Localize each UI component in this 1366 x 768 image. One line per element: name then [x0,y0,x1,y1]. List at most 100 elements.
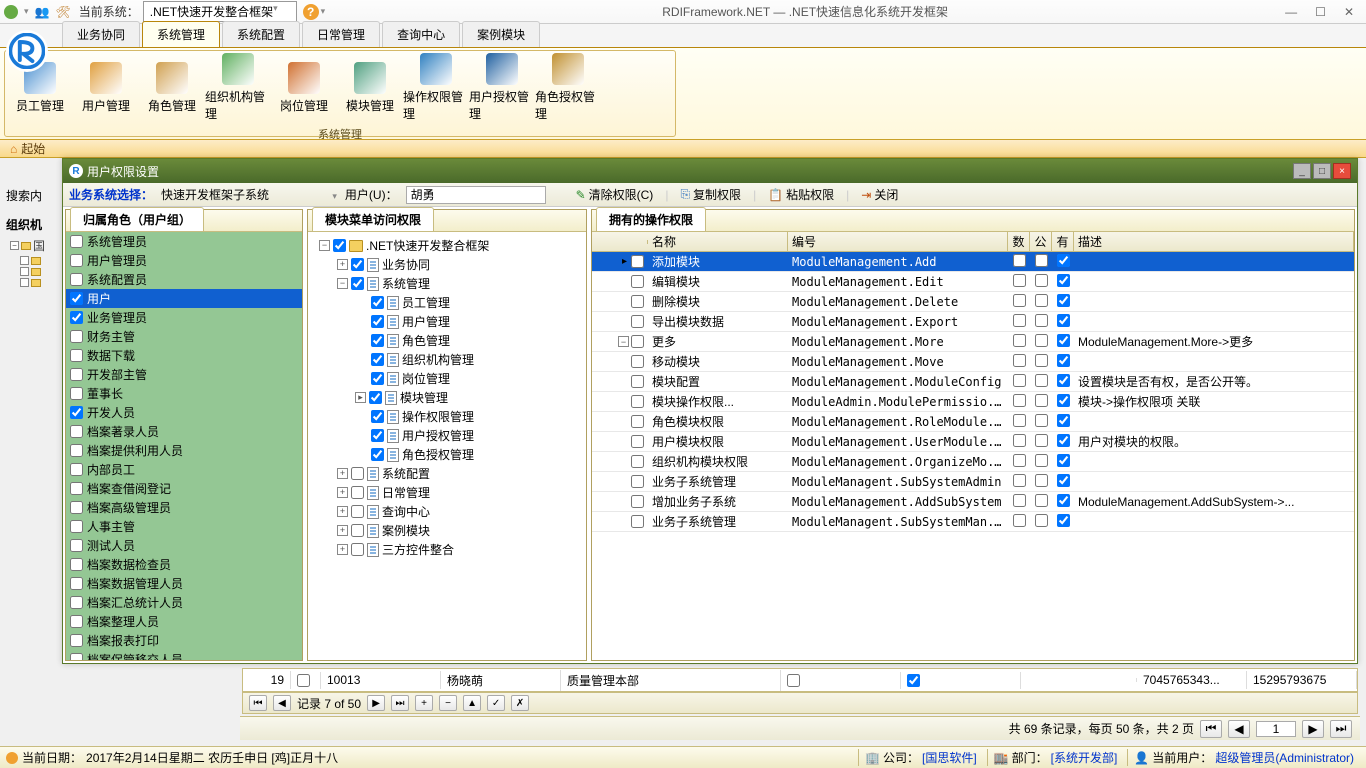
page-input[interactable] [1256,721,1296,737]
col-name[interactable]: 名称 [648,232,788,252]
perm-node-checkbox[interactable] [631,515,644,528]
system-select[interactable]: .NET快速开发整合框架 ▾ [143,1,297,22]
tree-toggle[interactable]: + [337,468,348,479]
perm-c1[interactable] [1013,494,1026,507]
inner-minimize-button[interactable]: _ [1293,163,1311,179]
perm-node-checkbox[interactable] [631,475,644,488]
role-checkbox[interactable] [70,368,83,381]
users-icon[interactable]: 👥 [35,5,50,19]
module-tree-node[interactable]: +三方控件整合 [312,540,582,559]
perm-c3[interactable] [1057,474,1070,487]
perm-c1[interactable] [1013,514,1026,527]
org-tree-node[interactable] [8,277,58,288]
role-item[interactable]: 开发部主管 [66,365,302,384]
main-tab[interactable]: 日常管理 [302,21,380,47]
module-tree-node[interactable]: ▸模块管理 [312,388,582,407]
inner-maximize-button[interactable]: □ [1313,163,1331,179]
tree-toggle[interactable]: + [337,487,348,498]
role-item[interactable]: 用户管理员 [66,251,302,270]
minimize-button[interactable]: — [1285,5,1297,19]
perm-c2[interactable] [1035,334,1048,347]
perm-c3[interactable] [1057,354,1070,367]
role-checkbox[interactable] [70,254,83,267]
tree-toggle[interactable]: + [337,544,348,555]
perm-c1[interactable] [1013,314,1026,327]
ribbon-item[interactable]: 模块管理 [337,53,403,122]
perm-c3[interactable] [1057,314,1070,327]
nav-cancel-button[interactable]: ✗ [511,695,529,711]
col-c3[interactable]: 有 [1052,232,1074,252]
main-tab[interactable]: 系统管理 [142,21,220,47]
role-checkbox[interactable] [70,425,83,438]
org-tree-node[interactable] [8,266,58,277]
main-tab[interactable]: 业务协同 [62,21,140,47]
role-checkbox[interactable] [70,653,83,660]
module-tree-node[interactable]: 用户管理 [312,312,582,331]
role-item[interactable]: 档案查借阅登记 [66,479,302,498]
nav-last-button[interactable]: ⏭ [391,695,409,711]
perm-c2[interactable] [1035,434,1048,447]
module-tree-node[interactable]: +业务协同 [312,255,582,274]
permission-row[interactable]: 组织机构模块权限ModuleManagement.OrganizeMo... [592,452,1354,472]
module-checkbox[interactable] [369,391,382,404]
perm-c3[interactable] [1057,434,1070,447]
module-tree-node[interactable]: +案例模块 [312,521,582,540]
role-checkbox[interactable] [70,330,83,343]
role-item[interactable]: 开发人员 [66,403,302,422]
permission-row[interactable]: 角色模块权限ModuleManagement.RoleModule... [592,412,1354,432]
tree-toggle[interactable]: + [337,259,348,270]
perm-node-checkbox[interactable] [631,315,644,328]
perm-c2[interactable] [1035,494,1048,507]
role-item[interactable]: 档案数据检查员 [66,555,302,574]
perm-c1[interactable] [1013,434,1026,447]
module-tree-node[interactable]: 组织机构管理 [312,350,582,369]
perm-c2[interactable] [1035,254,1048,267]
perm-c2[interactable] [1035,314,1048,327]
role-checkbox[interactable] [70,292,83,305]
col-desc[interactable]: 描述 [1074,232,1354,252]
perm-node-checkbox[interactable] [631,395,644,408]
perm-c3[interactable] [1057,374,1070,387]
module-tree-node[interactable]: 岗位管理 [312,369,582,388]
role-checkbox[interactable] [70,235,83,248]
role-checkbox[interactable] [70,482,83,495]
permission-row[interactable]: 移动模块ModuleManagement.Move [592,352,1354,372]
tools-icon[interactable]: 🛠 [55,5,70,19]
permission-row[interactable]: −更多ModuleManagement.MoreModuleManagement… [592,332,1354,352]
tree-toggle[interactable]: − [337,278,348,289]
module-checkbox[interactable] [351,505,364,518]
role-checkbox[interactable] [70,577,83,590]
close-button[interactable]: ⇥关闭 [857,184,902,205]
role-item[interactable]: 内部员工 [66,460,302,479]
role-item[interactable]: 档案提供利用人员 [66,441,302,460]
perm-c1[interactable] [1013,454,1026,467]
module-checkbox[interactable] [351,277,364,290]
perm-c1[interactable] [1013,394,1026,407]
biz-system-select[interactable]: 快速开发框架子系统 ▾ [161,186,337,203]
module-checkbox[interactable] [351,486,364,499]
permission-row[interactable]: 模块配置ModuleManagement.ModuleConfig设置模块是否有… [592,372,1354,392]
perm-c3[interactable] [1057,334,1070,347]
role-checkbox[interactable] [70,501,83,514]
module-tree-node[interactable]: 角色管理 [312,331,582,350]
page-next-button[interactable]: ▶ [1302,720,1324,738]
col-c2[interactable]: 公 [1030,232,1052,252]
perm-c3[interactable] [1057,294,1070,307]
nav-first-button[interactable]: ⏮ [249,695,267,711]
ribbon-item[interactable]: 角色管理 [139,53,205,122]
role-checkbox[interactable] [70,311,83,324]
ribbon-item[interactable]: 角色授权管理 [535,53,601,122]
role-checkbox[interactable] [70,444,83,457]
ribbon-item[interactable]: 操作权限管理 [403,53,469,122]
close-button[interactable]: ✕ [1344,5,1354,19]
module-checkbox[interactable] [371,448,384,461]
module-checkbox[interactable] [351,543,364,556]
ribbon-item[interactable]: 用户管理 [73,53,139,122]
perm-node-checkbox[interactable] [631,435,644,448]
user-input[interactable] [406,186,546,204]
role-item[interactable]: 档案数据管理人员 [66,574,302,593]
module-tree-node[interactable]: 角色授权管理 [312,445,582,464]
row-checkbox[interactable] [787,674,800,687]
col-code[interactable]: 编号 [788,232,1008,252]
perm-node-checkbox[interactable] [631,255,644,268]
